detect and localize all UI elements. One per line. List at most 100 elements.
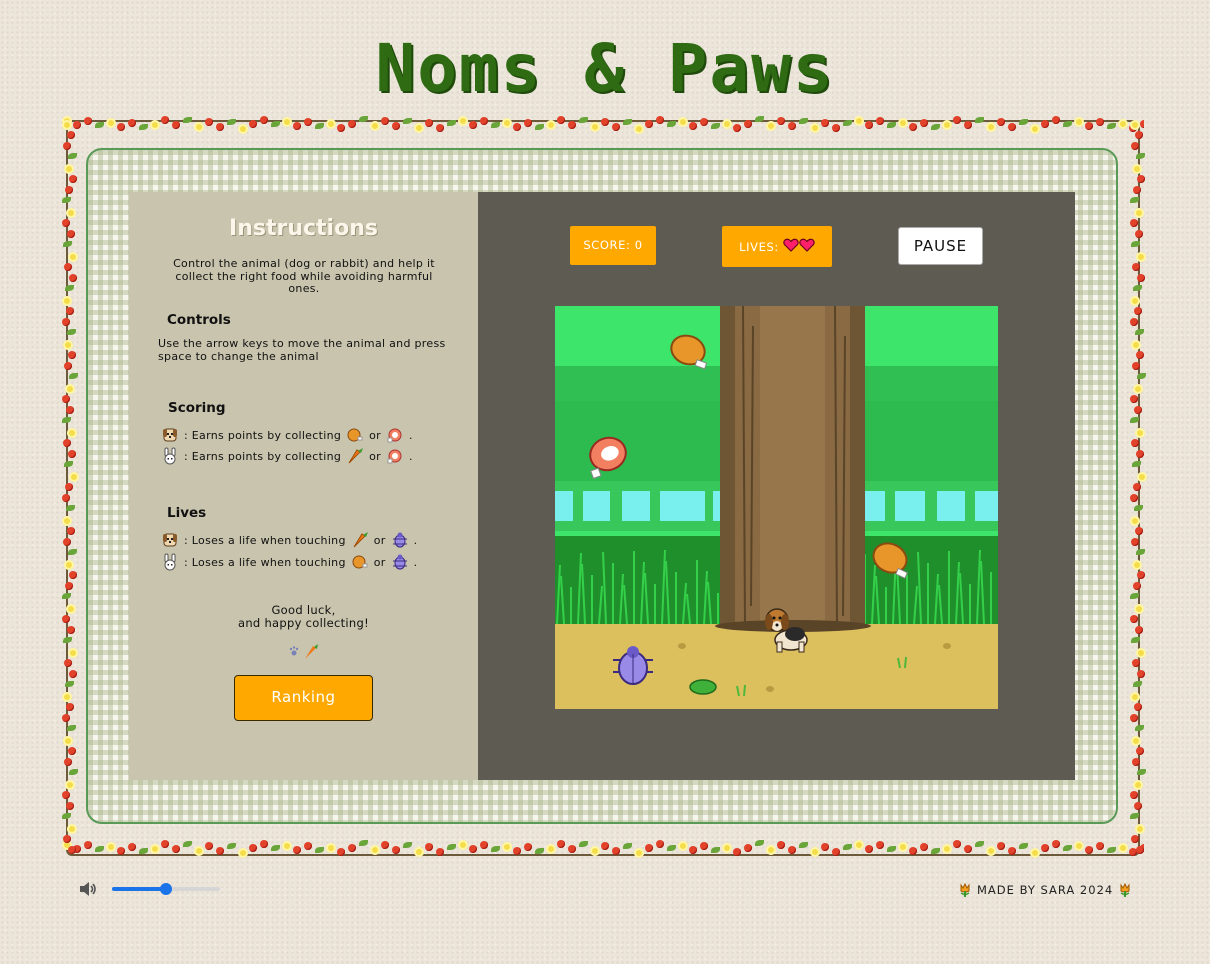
vine-leaf xyxy=(711,847,720,853)
volume-icon[interactable] xyxy=(78,879,98,899)
vine-strawberry xyxy=(964,121,972,129)
vine-flower xyxy=(194,122,204,132)
vine-flower xyxy=(1074,117,1084,127)
vine-flower xyxy=(1130,692,1140,702)
vine-strawberry xyxy=(84,841,92,849)
vine-flower xyxy=(546,120,556,130)
vine-leaf xyxy=(447,844,456,850)
dog-face-icon xyxy=(163,428,177,442)
vine-strawberry xyxy=(1041,120,1049,128)
vine-strawberry xyxy=(788,122,796,130)
vine-leaf xyxy=(69,373,78,379)
credit-line: MADE BY SARA 2024 xyxy=(957,880,1133,900)
vine-strawberry xyxy=(249,120,257,128)
vine-strawberry xyxy=(645,120,653,128)
vine-flower xyxy=(458,116,468,126)
vine-leaf xyxy=(271,121,280,127)
vine-leaf xyxy=(975,841,984,847)
vine-leaf xyxy=(183,117,192,123)
vine-leaf xyxy=(1019,119,1028,125)
vine-flower xyxy=(194,846,204,856)
vine-strawberry xyxy=(964,845,972,853)
vine-strawberry xyxy=(953,116,961,124)
vine-strawberry xyxy=(1136,846,1144,854)
vine-leaf xyxy=(68,153,77,159)
vine-strawberry xyxy=(656,840,664,848)
vine-flower xyxy=(942,120,952,130)
vine-leaf xyxy=(67,329,76,335)
vine-leaf xyxy=(1136,549,1145,555)
vine-leaf xyxy=(1131,637,1140,643)
vine-leaf xyxy=(62,197,71,203)
vine-flower xyxy=(66,604,76,614)
vine-strawberry xyxy=(62,219,70,227)
vine-leaf xyxy=(65,681,74,687)
vine-strawberry xyxy=(161,840,169,848)
vine-flower xyxy=(1131,736,1141,746)
vine-flower xyxy=(1133,780,1143,790)
vine-flower xyxy=(106,842,116,852)
vine-strawberry xyxy=(1137,670,1145,678)
vine-strawberry xyxy=(62,714,70,722)
vine-flower xyxy=(634,124,644,134)
vine-strawberry xyxy=(557,840,565,848)
period-text: . xyxy=(413,555,418,569)
vine-flower xyxy=(986,846,996,856)
meat-bone-icon xyxy=(387,449,402,464)
vine-strawberry xyxy=(1133,582,1141,590)
vine-strawberry xyxy=(65,186,73,194)
vine-strawberry xyxy=(1134,703,1142,711)
vine-strawberry xyxy=(337,848,345,856)
vine-strawberry xyxy=(1136,351,1144,359)
vine-leaf xyxy=(1063,121,1072,127)
vine-leaf xyxy=(667,845,676,851)
vine-flower xyxy=(63,736,73,746)
vine-strawberry xyxy=(304,842,312,850)
vine-strawberry xyxy=(1133,186,1141,194)
volume-slider[interactable] xyxy=(112,880,220,898)
vine-strawberry xyxy=(1135,131,1143,139)
game-canvas[interactable] xyxy=(555,306,998,709)
vine-flower xyxy=(502,118,512,128)
vine-flower xyxy=(67,824,77,834)
vine-strawberry xyxy=(381,117,389,125)
vine-strawberry xyxy=(744,120,752,128)
vine-strawberry xyxy=(67,527,75,535)
scoring-dog-text: : Earns points by collecting xyxy=(184,428,342,442)
vine-leaf xyxy=(931,124,940,130)
vine-strawberry xyxy=(65,582,73,590)
vine-flower xyxy=(326,843,336,853)
vine-strawberry xyxy=(1134,307,1142,315)
vine-strawberry xyxy=(260,840,268,848)
vine-flower xyxy=(150,844,160,854)
vine-strawberry xyxy=(700,118,708,126)
pause-button[interactable]: PAUSE xyxy=(898,227,983,265)
vine-strawberry xyxy=(62,318,70,326)
vine-flower xyxy=(1131,340,1141,350)
vine-strawberry xyxy=(865,121,873,129)
vine-strawberry xyxy=(293,846,301,854)
vine-flower xyxy=(65,780,75,790)
vine-strawberry xyxy=(777,841,785,849)
vine-flower xyxy=(150,120,160,130)
vine-strawberry xyxy=(62,494,70,502)
volume-knob[interactable] xyxy=(160,883,172,895)
vine-strawberry xyxy=(909,847,917,855)
vine-flower xyxy=(64,560,74,570)
ranking-button[interactable]: Ranking xyxy=(234,675,373,721)
vine-flower xyxy=(238,848,248,858)
vine-strawberry xyxy=(1132,263,1140,271)
vine-strawberry xyxy=(744,844,752,852)
vine-leaf xyxy=(1131,241,1140,247)
heart-icon xyxy=(799,238,815,252)
vine-leaf xyxy=(491,122,500,128)
vine-flower xyxy=(810,123,820,133)
vine-strawberry xyxy=(480,841,488,849)
vine-strawberry xyxy=(656,116,664,124)
vine-strawberry xyxy=(469,845,477,853)
vine-flower xyxy=(1130,516,1140,526)
vine-leaf xyxy=(799,842,808,848)
vine-strawberry xyxy=(601,118,609,126)
vine-flower xyxy=(282,841,292,851)
vine-strawberry xyxy=(1133,483,1141,491)
